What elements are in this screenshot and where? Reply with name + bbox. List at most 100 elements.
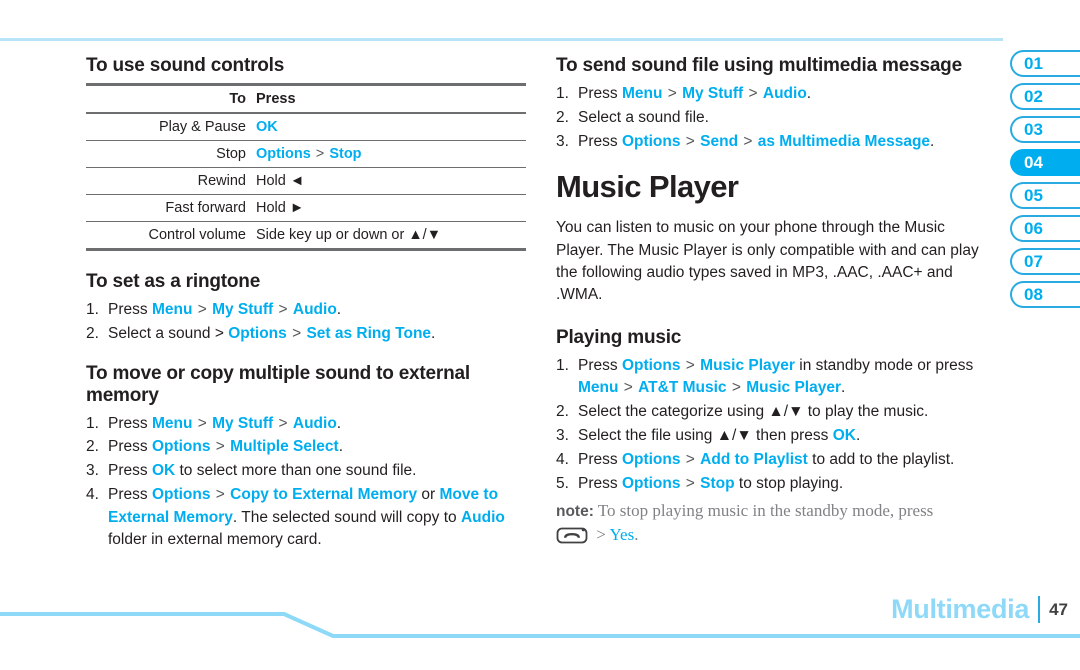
- inline-text: >: [193, 414, 212, 432]
- inline-keyword: Menu: [151, 414, 193, 432]
- chapter-tab-label: 07: [1024, 251, 1043, 271]
- chapter-tab-04[interactable]: 04: [1010, 149, 1080, 176]
- table-cell-to: Play & Pause: [86, 113, 255, 141]
- inline-text: .: [338, 438, 344, 456]
- chapter-tab-strip: 01 02 03 04 05 06 07 08: [1010, 50, 1080, 314]
- table-header-row: To Press: [86, 83, 526, 114]
- sound-controls-table: To Press Play & Pause OK Stop Options > Sto…: [86, 83, 526, 251]
- inline-keyword: Options: [151, 438, 211, 456]
- list-item: 2. Select a sound file.: [556, 107, 996, 130]
- inline-text: Press: [108, 414, 152, 432]
- inline-text: >: [211, 438, 230, 456]
- header-rule: [0, 38, 1003, 41]
- inline-keyword: as Multimedia Message: [757, 132, 931, 150]
- inline-text: >: [193, 301, 212, 318]
- inline-text: Select the file using ▲/▼ then press: [578, 426, 833, 444]
- inline-text: Press: [578, 85, 622, 102]
- inline-text: Select a sound >: [108, 324, 229, 342]
- table-cell-to: Control volume: [86, 221, 255, 251]
- inline-text: >: [619, 379, 638, 397]
- chapter-tab-05[interactable]: 05: [1010, 182, 1080, 209]
- inline-text: Press: [578, 474, 622, 492]
- inline-text: >: [211, 485, 230, 503]
- table-cell-to: Fast forward: [86, 194, 255, 222]
- inline-keyword: Options: [621, 450, 681, 468]
- inline-keyword: My Stuff: [212, 414, 274, 432]
- inline-keyword: Audio: [460, 508, 505, 526]
- table-cell-press: OK: [255, 113, 526, 141]
- inline-text: >: [663, 85, 682, 102]
- inline-text: >: [274, 414, 292, 432]
- chapter-tab-06[interactable]: 06: [1010, 215, 1080, 242]
- inline-text: >: [274, 301, 292, 318]
- list-item-number: 1.: [556, 85, 569, 102]
- column-header-press: Press: [255, 83, 526, 114]
- table-cell-to: Rewind: [86, 167, 255, 195]
- chapter-tab-02[interactable]: 02: [1010, 83, 1080, 110]
- inline-text: >: [727, 379, 746, 397]
- table-body: Play & Pause OK Stop Options > Stop Rewind Ho…: [86, 113, 526, 251]
- inline-keyword: Stop: [700, 474, 735, 492]
- note-link-yes: Yes: [609, 525, 635, 545]
- table-row: Stop Options > Stop: [86, 140, 526, 168]
- table-cell-press: Side key up or down or ▲/▼: [255, 221, 526, 251]
- list-item-number: 2.: [556, 403, 569, 421]
- footer-section-name: Multimedia: [891, 594, 1030, 624]
- note-block: note: To stop playing music in the stand…: [556, 499, 996, 547]
- inline-text: Press: [578, 132, 622, 150]
- section-heading-send-mms: To send sound file using multimedia mess…: [556, 55, 962, 76]
- table-cell-press: Hold ◄: [255, 167, 526, 195]
- inline-text: Press: [108, 438, 152, 456]
- left-column: To use sound controls To Press Play & Pa…: [86, 55, 526, 553]
- inline-keyword: Menu: [621, 85, 663, 102]
- inline-text: >: [311, 146, 329, 162]
- list-item-number: 4.: [556, 450, 569, 468]
- section-heading-playing-music: Playing music: [556, 326, 682, 348]
- inline-text: Hold ►: [256, 200, 305, 216]
- chapter-tab-07[interactable]: 07: [1010, 248, 1080, 275]
- section-heading-ringtone: To set as a ringtone: [86, 271, 261, 292]
- inline-keyword: Options: [621, 356, 681, 374]
- page-title-music-player: Music Player: [556, 169, 739, 205]
- inline-text: >: [681, 450, 700, 468]
- list-item-number: 2.: [86, 324, 99, 342]
- list-item: 1. Press Menu > My Stuff > Audio.: [86, 413, 526, 436]
- inline-text: in standby mode or press: [794, 356, 974, 374]
- inline-text: .: [841, 379, 846, 397]
- inline-keyword: Options: [621, 132, 681, 150]
- list-item: 3. Press OK to select more than one sound…: [86, 460, 526, 483]
- inline-text: >: [744, 85, 762, 102]
- inline-keyword: Send: [700, 132, 739, 150]
- inline-keyword: Multiple Select: [230, 438, 339, 456]
- column-header-to: To: [86, 83, 255, 114]
- list-item: 1. Press Menu > My Stuff > Audio.: [556, 83, 996, 106]
- chapter-tab-label: 03: [1024, 119, 1043, 139]
- chapter-tab-01[interactable]: 01: [1010, 50, 1080, 77]
- list-item-number: 1.: [86, 301, 99, 318]
- list-item: 2. Press Options > Multiple Select.: [86, 436, 526, 459]
- inline-text: .: [930, 132, 935, 150]
- chapter-tab-label: 06: [1024, 218, 1043, 238]
- chapter-tab-03[interactable]: 03: [1010, 116, 1080, 143]
- chapter-tab-label: 05: [1024, 185, 1043, 205]
- list-item-number: 5.: [556, 474, 569, 492]
- inline-text: . The selected sound will copy to: [232, 508, 461, 526]
- inline-keyword: My Stuff: [682, 85, 744, 102]
- inline-keyword: Copy to External Memory: [230, 485, 418, 503]
- inline-keyword: Options: [228, 324, 287, 342]
- inline-keyword: OK: [151, 462, 176, 480]
- chapter-tab-08[interactable]: 08: [1010, 281, 1080, 308]
- table-cell-press: Hold ►: [255, 194, 526, 222]
- inline-keyword: Audio: [292, 301, 337, 318]
- list-item: 1. Press Options > Music Player in standb…: [556, 355, 996, 401]
- steps-ringtone: 1. Press Menu > My Stuff > Audio. 2. Select…: [86, 299, 526, 346]
- inline-text: to stop playing.: [734, 474, 844, 492]
- inline-text: >: [287, 324, 306, 342]
- chapter-tab-label: 04: [1024, 152, 1043, 172]
- inline-text: .: [336, 301, 342, 318]
- list-item-number: 3.: [86, 462, 99, 480]
- inline-text: .: [336, 414, 342, 432]
- list-item-number: 4.: [86, 485, 99, 503]
- list-item: 2. Select a sound > Options > Set as Ring…: [86, 323, 526, 346]
- list-item-number: 1.: [556, 356, 569, 374]
